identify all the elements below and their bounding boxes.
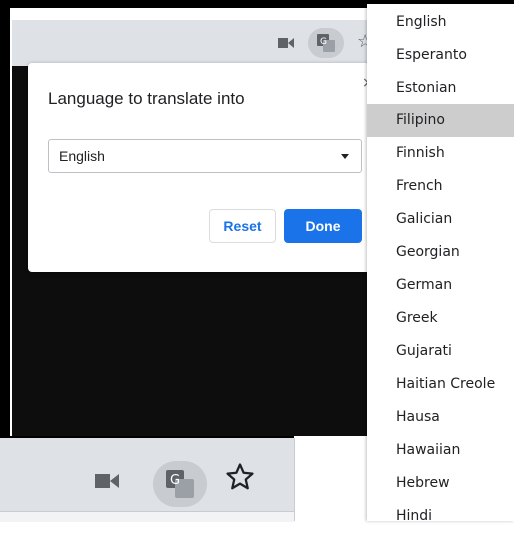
translate-icon: G xyxy=(166,470,194,498)
done-button[interactable]: Done xyxy=(284,209,362,243)
video-camera-icon[interactable] xyxy=(278,37,294,49)
dialog-title: Language to translate into xyxy=(48,89,245,108)
language-option[interactable]: Greek xyxy=(367,302,514,335)
language-option[interactable]: Hebrew xyxy=(367,467,514,500)
language-option[interactable]: German xyxy=(367,269,514,302)
language-dropdown-list[interactable]: English Esperanto Estonian Filipino Finn… xyxy=(367,4,514,524)
svg-text:G: G xyxy=(320,37,327,47)
language-select-value: English xyxy=(59,148,105,164)
bookmark-star-icon[interactable] xyxy=(225,462,255,492)
language-option[interactable]: Estonian xyxy=(367,72,514,105)
translate-dialog: Language to translate into × English Res… xyxy=(28,63,374,272)
language-option[interactable]: Galician xyxy=(367,203,514,236)
address-bar-edge xyxy=(0,511,294,522)
chevron-down-icon xyxy=(341,154,349,159)
translate-icon: G xyxy=(317,34,335,52)
language-option[interactable]: Esperanto xyxy=(367,39,514,72)
language-option[interactable]: Gujarati xyxy=(367,335,514,368)
translate-button[interactable]: G xyxy=(153,461,207,507)
tab-strip xyxy=(12,8,394,20)
language-option[interactable]: Finnish xyxy=(367,137,514,170)
language-select[interactable]: English xyxy=(48,139,362,173)
left-border xyxy=(0,0,10,436)
language-option[interactable]: Haitian Creole xyxy=(367,368,514,401)
browser-toolbar-top: G ☆ xyxy=(12,20,394,67)
language-option[interactable]: Georgian xyxy=(367,236,514,269)
reset-button[interactable]: Reset xyxy=(209,209,276,243)
language-option-highlighted[interactable]: Filipino xyxy=(367,104,514,137)
video-camera-icon[interactable] xyxy=(95,473,119,489)
browser-toolbar-zoomed: G xyxy=(0,438,295,522)
language-option[interactable]: English xyxy=(367,6,514,39)
language-option[interactable]: Hausa xyxy=(367,401,514,434)
language-option[interactable]: Hindi xyxy=(367,500,514,533)
language-option[interactable]: Hawaiian xyxy=(367,434,514,467)
translate-button[interactable]: G xyxy=(308,28,344,58)
language-option[interactable]: French xyxy=(367,170,514,203)
svg-text:G: G xyxy=(170,473,180,488)
